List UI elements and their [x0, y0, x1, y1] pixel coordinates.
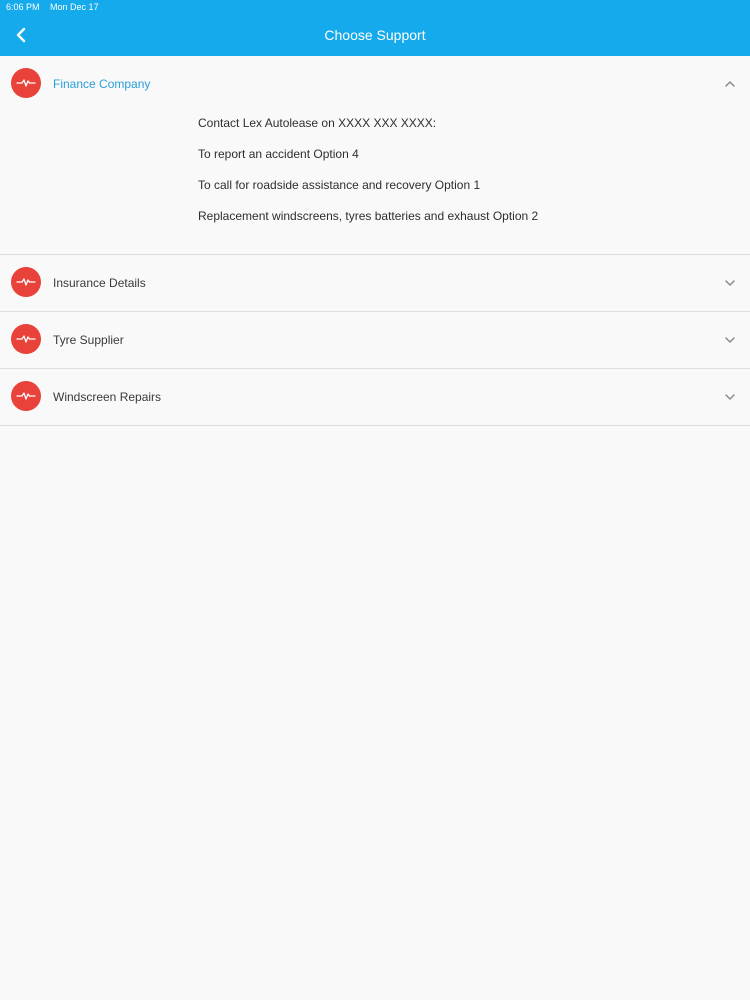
section-header-finance-company[interactable]: Finance Company	[0, 56, 750, 112]
status-time: 6:06 PM	[6, 2, 40, 12]
section-header-windscreen-repairs[interactable]: Windscreen Repairs	[0, 369, 750, 425]
page-title: Choose Support	[324, 27, 426, 43]
section-label: Windscreen Repairs	[53, 390, 162, 404]
heartbeat-icon	[11, 267, 41, 297]
nav-bar: 6:06 PM Mon Dec 17 Choose Support	[0, 0, 750, 56]
contact-line: Replacement windscreens, tyres batteries…	[198, 209, 539, 223]
contact-line: Contact Lex Autolease on XXXX XXX XXXX:	[198, 116, 437, 130]
heartbeat-icon	[11, 381, 41, 411]
section-header-insurance-details[interactable]: Insurance Details	[0, 255, 750, 311]
section-header-tyre-supplier[interactable]: Tyre Supplier	[0, 312, 750, 368]
support-list: Finance Company Contact Lex Autolease on…	[0, 56, 750, 426]
chevron-down-icon[interactable]	[724, 391, 736, 403]
contact-line: To call for roadside assistance and reco…	[198, 178, 481, 192]
section-finance-company: Finance Company Contact Lex Autolease on…	[0, 56, 750, 255]
contact-line: To report an accident Option 4	[198, 147, 359, 161]
section-label: Insurance Details	[53, 276, 146, 290]
status-date: Mon Dec 17	[50, 2, 99, 12]
section-windscreen-repairs: Windscreen Repairs	[0, 369, 750, 426]
section-label: Finance Company	[53, 77, 151, 91]
chevron-down-icon[interactable]	[724, 277, 736, 289]
heartbeat-icon	[11, 68, 41, 98]
section-body-finance-company: Contact Lex Autolease on XXXX XXX XXXX: …	[0, 112, 750, 254]
chevron-down-icon[interactable]	[724, 334, 736, 346]
status-bar: 6:06 PM Mon Dec 17	[6, 2, 107, 12]
section-label: Tyre Supplier	[53, 333, 124, 347]
section-insurance-details: Insurance Details	[0, 255, 750, 312]
heartbeat-icon	[11, 324, 41, 354]
chevron-up-icon[interactable]	[724, 78, 736, 90]
section-tyre-supplier: Tyre Supplier	[0, 312, 750, 369]
